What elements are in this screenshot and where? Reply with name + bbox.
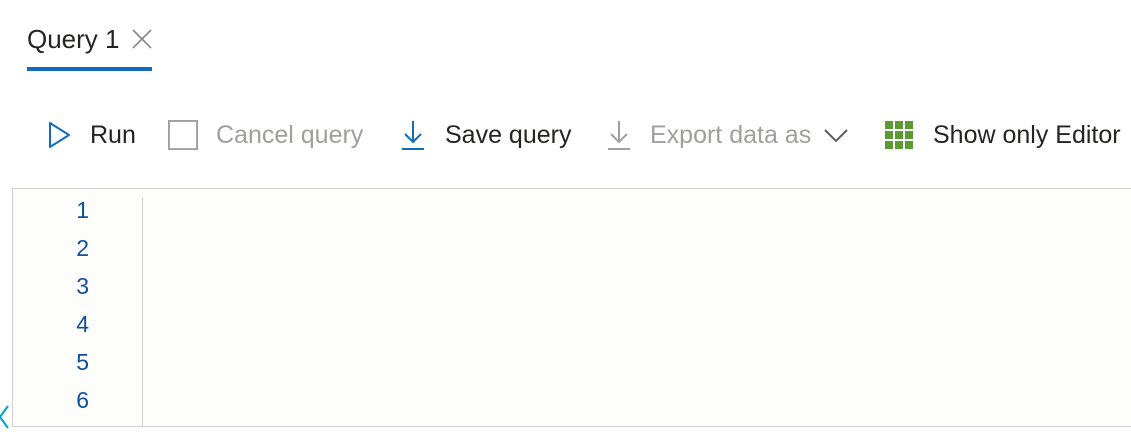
- show-only-editor-label: Show only Editor: [933, 120, 1121, 149]
- download-icon: [398, 118, 428, 152]
- export-data-button[interactable]: Export data as: [604, 112, 849, 158]
- tab-label: Query 1: [27, 24, 120, 54]
- save-query-button[interactable]: Save query: [398, 112, 571, 158]
- download-icon: [604, 118, 634, 152]
- chevron-down-icon: [823, 125, 849, 145]
- cancel-query-label: Cancel query: [216, 120, 364, 149]
- code-input-area[interactable]: [144, 189, 1131, 426]
- grid-icon: [884, 118, 914, 152]
- run-label: Run: [90, 120, 136, 149]
- gutter-divider: [142, 197, 143, 426]
- line-number: 3: [76, 273, 89, 299]
- close-icon[interactable]: [131, 28, 153, 50]
- query-editor-page: Query 1 Run Cancel query Save query Expo…: [0, 0, 1131, 441]
- stop-icon: [168, 118, 198, 152]
- line-number: 4: [76, 311, 89, 337]
- line-number: 6: [76, 387, 89, 413]
- show-only-editor-button[interactable]: Show only Editor: [884, 112, 1121, 158]
- export-data-label: Export data as: [650, 120, 812, 149]
- active-tab-indicator: [27, 67, 152, 71]
- line-number: 1: [76, 197, 89, 223]
- chevron-left-icon[interactable]: [0, 404, 10, 430]
- run-button[interactable]: Run: [44, 112, 136, 158]
- cancel-query-button[interactable]: Cancel query: [168, 112, 363, 158]
- line-number: 2: [76, 235, 89, 261]
- line-number: 5: [76, 349, 89, 375]
- tab-query-1[interactable]: Query 1: [27, 18, 152, 72]
- query-editor[interactable]: 1 2 3 4 5 6: [12, 188, 1131, 427]
- query-toolbar: Run Cancel query Save query Export data …: [0, 112, 1131, 158]
- play-icon: [44, 118, 74, 152]
- save-query-label: Save query: [445, 120, 572, 149]
- line-number-gutter: 1 2 3 4 5 6: [13, 189, 143, 426]
